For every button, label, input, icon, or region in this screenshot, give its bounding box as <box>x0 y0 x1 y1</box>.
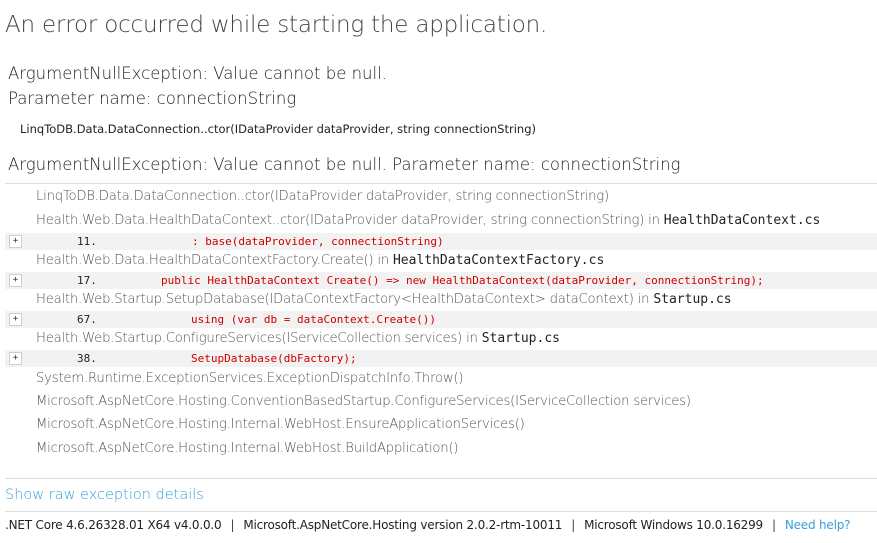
footer-separator: | <box>230 518 235 532</box>
source-line: + 38. SetupDatabase(dbFactory); <box>5 350 877 367</box>
source-line: + 67. using (var db = dataContext.Create… <box>5 311 877 328</box>
stack-frame: Health.Web.Data.HealthDataContext..ctor(… <box>36 210 820 232</box>
frame-file: Startup.cs <box>653 292 732 307</box>
summary-stack-frame: LinqToDB.Data.DataConnection..ctor(IData… <box>20 122 536 136</box>
stack-frame: LinqToDB.Data.DataConnection..ctor(IData… <box>36 186 609 208</box>
line-number: 67. <box>77 313 97 326</box>
frame-method: Microsoft.AspNetCore.Hosting.ConventionB… <box>36 394 691 409</box>
divider <box>5 478 877 479</box>
expand-source-button[interactable]: + <box>9 235 22 248</box>
stack-frame: Microsoft.AspNetCore.Hosting.Internal.We… <box>36 438 459 460</box>
stack-frame: Health.Web.Startup.ConfigureServices(ISe… <box>36 328 560 350</box>
stack-frame: Microsoft.AspNetCore.Hosting.ConventionB… <box>36 391 691 413</box>
source-line: + 11. : base(dataProvider, connectionStr… <box>5 233 877 250</box>
need-help-link[interactable]: Need help? <box>785 518 851 532</box>
frame-method: Health.Web.Startup.ConfigureServices(ISe… <box>36 331 482 346</box>
frame-file: Startup.cs <box>481 331 560 346</box>
expand-source-button[interactable]: + <box>9 352 22 365</box>
source-code: : base(dataProvider, connectionString) <box>192 235 444 248</box>
divider <box>5 183 877 184</box>
exception-header[interactable]: ArgumentNullException: Value cannot be n… <box>8 155 680 174</box>
frame-method: Health.Web.Startup.SetupDatabase(IDataCo… <box>36 292 654 307</box>
frame-method: Health.Web.Data.HealthDataContext..ctor(… <box>36 213 664 228</box>
line-number: 17. <box>77 274 97 287</box>
page-title: An error occurred while starting the app… <box>5 12 548 38</box>
expand-source-button[interactable]: + <box>9 274 22 287</box>
footer-separator: | <box>772 518 776 532</box>
divider <box>5 511 877 512</box>
source-code: public HealthDataContext Create() => new… <box>161 274 764 287</box>
line-number: 11. <box>77 235 97 248</box>
frame-method: LinqToDB.Data.DataConnection..ctor(IData… <box>36 189 609 204</box>
runtime-info: .NET Core 4.6.26328.01 X64 v4.0.0.0 <box>5 518 222 532</box>
error-message-line1: ArgumentNullException: Value cannot be n… <box>8 64 387 83</box>
frame-file: HealthDataContext.cs <box>663 213 821 228</box>
hosting-version: Microsoft.AspNetCore.Hosting version 2.0… <box>243 518 563 532</box>
stack-frame: Microsoft.AspNetCore.Hosting.Internal.We… <box>36 414 525 436</box>
source-line: + 17. public HealthDataContext Create() … <box>5 272 877 289</box>
os-info: Microsoft Windows 10.0.16299 <box>584 518 763 532</box>
frame-method: System.Runtime.ExceptionServices.Excepti… <box>36 371 464 386</box>
source-code: SetupDatabase(dbFactory); <box>191 352 357 365</box>
expand-source-button[interactable]: + <box>9 313 22 326</box>
line-number: 38. <box>77 352 97 365</box>
frame-method: Health.Web.Data.HealthDataContextFactory… <box>36 253 393 268</box>
footer: .NET Core 4.6.26328.01 X64 v4.0.0.0 | Micr… <box>5 518 851 532</box>
frame-method: Microsoft.AspNetCore.Hosting.Internal.We… <box>36 417 525 432</box>
stack-frame: Health.Web.Data.HealthDataContextFactory… <box>36 250 604 272</box>
footer-separator: | <box>571 518 576 532</box>
frame-file: HealthDataContextFactory.cs <box>392 253 605 268</box>
frame-method: Microsoft.AspNetCore.Hosting.Internal.We… <box>36 441 459 456</box>
show-raw-exception-link[interactable]: Show raw exception details <box>5 487 204 503</box>
error-message-line2: Parameter name: connectionString <box>8 89 297 108</box>
source-code: using (var db = dataContext.Create()) <box>191 313 437 326</box>
stack-frame: Health.Web.Startup.SetupDatabase(IDataCo… <box>36 289 732 311</box>
stack-frame: System.Runtime.ExceptionServices.Excepti… <box>36 368 464 390</box>
